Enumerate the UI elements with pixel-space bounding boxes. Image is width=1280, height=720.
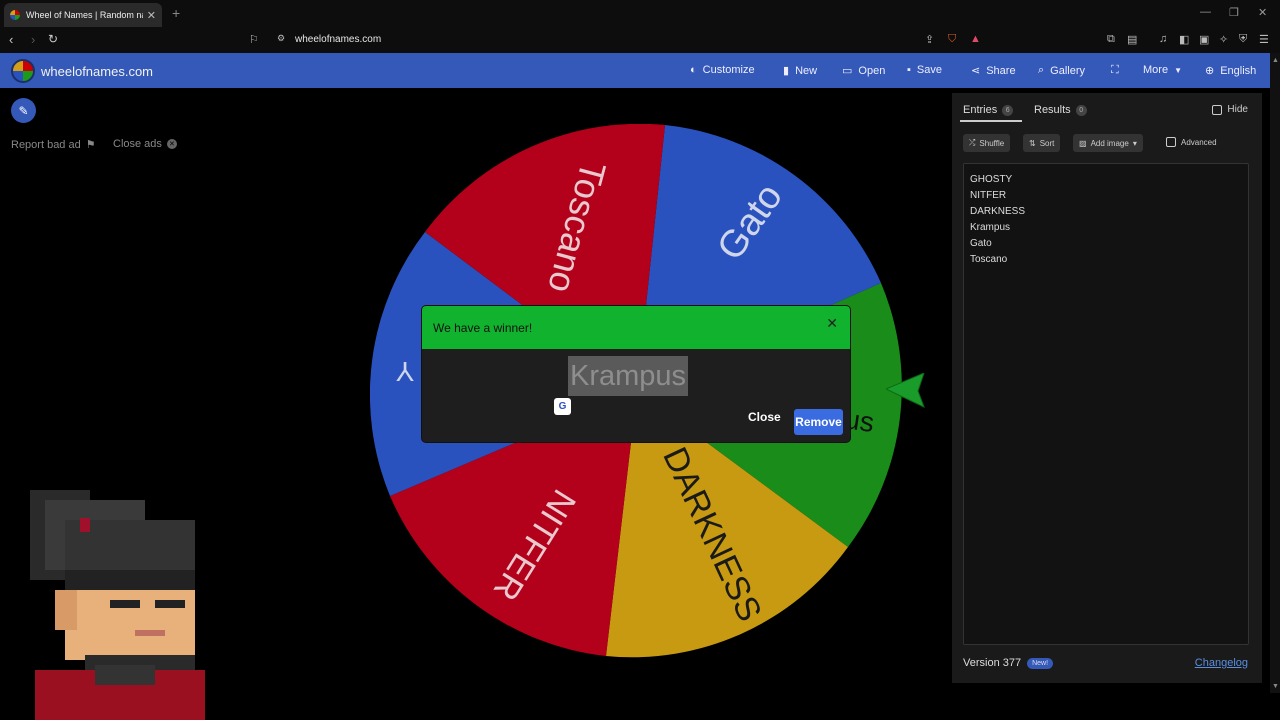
dialog-title: We have a winner! <box>433 320 533 335</box>
list-item: NITFER <box>970 190 1007 201</box>
forward-icon[interactable]: › <box>31 32 35 47</box>
list-item: GHOSTY <box>970 174 1013 185</box>
fullscreen-icon: ⛶ <box>1111 64 1119 76</box>
add-image-button[interactable]: ▨ Add image ▾ <box>1073 134 1143 152</box>
share-icon: ⋖ <box>971 65 981 77</box>
brave-shield-icon[interactable]: ⛉ <box>948 33 956 46</box>
wallet-icon[interactable]: ▣ <box>1199 33 1209 46</box>
chevron-down-icon: ▾ <box>1132 138 1137 148</box>
folder-icon: ▭ <box>842 65 853 77</box>
list-item: DARKNESS <box>970 206 1026 217</box>
hide-checkbox[interactable] <box>1212 104 1223 115</box>
scroll-up-icon[interactable]: ▲ <box>1272 57 1279 64</box>
entries-textarea[interactable]: GHOSTY NITFER DARKNESS Krampus Gato Tosc… <box>963 163 1249 645</box>
vpn-icon[interactable]: ⛨ <box>1239 33 1247 46</box>
tab-title: Wheel of Names | Random name <box>26 10 143 20</box>
edit-pencil-button[interactable]: ✎ <box>11 98 36 123</box>
entries-count-badge: 6 <box>1002 104 1014 116</box>
pixel-character-image <box>30 490 205 720</box>
url-text[interactable]: wheelofnames.com <box>295 34 381 45</box>
menu-more[interactable]: More ▼ <box>1143 64 1182 76</box>
dialog-close-icon[interactable]: ✕ <box>826 315 838 332</box>
advanced-checkbox[interactable] <box>1166 137 1176 147</box>
share-page-icon[interactable]: ⇪ <box>925 33 934 46</box>
list-item: Krampus <box>970 222 1011 233</box>
hide-toggle[interactable]: Hide <box>1212 104 1248 115</box>
browser-tab-bar: Wheel of Names | Random name ✕ + — ❐ ✕ <box>0 0 1280 27</box>
restore-icon[interactable]: ❐ <box>1229 6 1239 19</box>
list-item: Gato <box>970 238 992 249</box>
image-icon: ▨ <box>1079 138 1087 148</box>
reader-icon[interactable]: ▤ <box>1127 33 1137 46</box>
search-icon: ⌕ <box>1038 64 1045 76</box>
address-bar: ‹ › ↻ ⚐ ⚙ wheelofnames.com ⇪ ⛉ ▲ ⧉ ▤ ♫ ◧… <box>0 27 1280 53</box>
new-tab-button[interactable]: + <box>172 5 180 21</box>
globe-icon: ⊕ <box>1205 65 1215 77</box>
reload-icon[interactable]: ↻ <box>48 32 58 46</box>
rewards-icon[interactable]: ▲ <box>970 33 981 45</box>
new-badge: New! <box>1027 657 1054 669</box>
music-icon[interactable]: ♫ <box>1159 33 1167 45</box>
tab-results[interactable]: Results 0 <box>1034 104 1087 116</box>
menu-new[interactable]: ▮ New <box>783 64 817 78</box>
favicon-icon <box>10 10 20 20</box>
menu-share[interactable]: ⋖ Share <box>971 64 1016 78</box>
entries-panel: Entries 6 Results 0 Hide ⤮ Shuffle ⇅ Sor… <box>952 93 1262 683</box>
flag-icon: ⚑ <box>85 139 96 151</box>
shuffle-button[interactable]: ⤮ Shuffle <box>963 134 1011 152</box>
translate-icon[interactable]: G <box>554 398 571 415</box>
sidebar-icon[interactable]: ◧ <box>1179 33 1189 46</box>
back-icon[interactable]: ‹ <box>9 32 13 47</box>
minimize-icon[interactable]: — <box>1200 6 1211 18</box>
tab-close-icon[interactable]: ✕ <box>147 9 156 22</box>
leo-icon[interactable]: ✧ <box>1219 33 1228 46</box>
extensions-icon[interactable]: ⧉ <box>1107 33 1115 46</box>
site-info-icon[interactable]: ⚙ <box>277 33 285 44</box>
winner-dialog: We have a winner! ✕ Krampus G Close Remo… <box>422 306 850 442</box>
browser-tab[interactable]: Wheel of Names | Random name ✕ <box>4 3 162 27</box>
fullscreen-button[interactable]: ⛶ <box>1111 64 1119 77</box>
changelog-link[interactable]: Changelog <box>1195 657 1248 669</box>
menu-language[interactable]: ⊕ English <box>1205 64 1256 78</box>
sort-button[interactable]: ⇅ Sort <box>1023 134 1061 152</box>
menu-icon[interactable]: ☰ <box>1259 33 1269 46</box>
scroll-down-icon[interactable]: ▼ <box>1272 683 1279 690</box>
menu-save[interactable]: ▪ Save <box>907 64 942 76</box>
dialog-header: We have a winner! <box>422 306 850 349</box>
pencil-icon: ✎ <box>18 103 29 118</box>
wheel-pointer-icon <box>886 373 925 408</box>
close-ads-link[interactable]: Close ads ✕ <box>113 138 177 150</box>
app-header: wheelofnames.com ◐ Customize ▮ New ▭ Ope… <box>0 53 1270 88</box>
wheel-label-ghosty-tail: Y <box>395 356 414 387</box>
list-item: Toscano <box>970 254 1008 265</box>
tab-entries[interactable]: Entries 6 <box>963 104 1014 116</box>
window-close-icon[interactable]: ✕ <box>1258 6 1267 19</box>
sort-icon: ⇅ <box>1029 138 1036 148</box>
active-tab-indicator <box>960 120 1022 122</box>
menu-customize[interactable]: ◐ Customize <box>690 64 755 76</box>
logo-icon[interactable] <box>11 59 35 83</box>
save-icon: ▪ <box>907 64 911 76</box>
chevron-down-icon: ▼ <box>1174 65 1182 75</box>
remove-button[interactable]: Remove <box>794 409 843 435</box>
winner-name[interactable]: Krampus <box>568 356 689 396</box>
close-button[interactable]: Close <box>748 410 781 424</box>
shuffle-icon: ⤮ <box>969 138 976 147</box>
file-icon: ▮ <box>783 65 790 77</box>
palette-icon: ◐ <box>690 64 697 76</box>
brand-title[interactable]: wheelofnames.com <box>41 64 153 79</box>
page-scrollbar[interactable] <box>1270 53 1280 693</box>
bookmark-icon[interactable]: ⚐ <box>249 33 259 46</box>
report-bad-ad-link[interactable]: Report bad ad ⚑ <box>11 138 96 152</box>
version-info: Version 377 New! <box>963 657 1054 669</box>
advanced-toggle[interactable]: Advanced <box>1166 137 1217 147</box>
menu-open[interactable]: ▭ Open <box>842 64 885 78</box>
results-count-badge: 0 <box>1075 104 1087 116</box>
menu-gallery[interactable]: ⌕ Gallery <box>1038 64 1085 77</box>
close-ads-icon: ✕ <box>166 139 177 149</box>
